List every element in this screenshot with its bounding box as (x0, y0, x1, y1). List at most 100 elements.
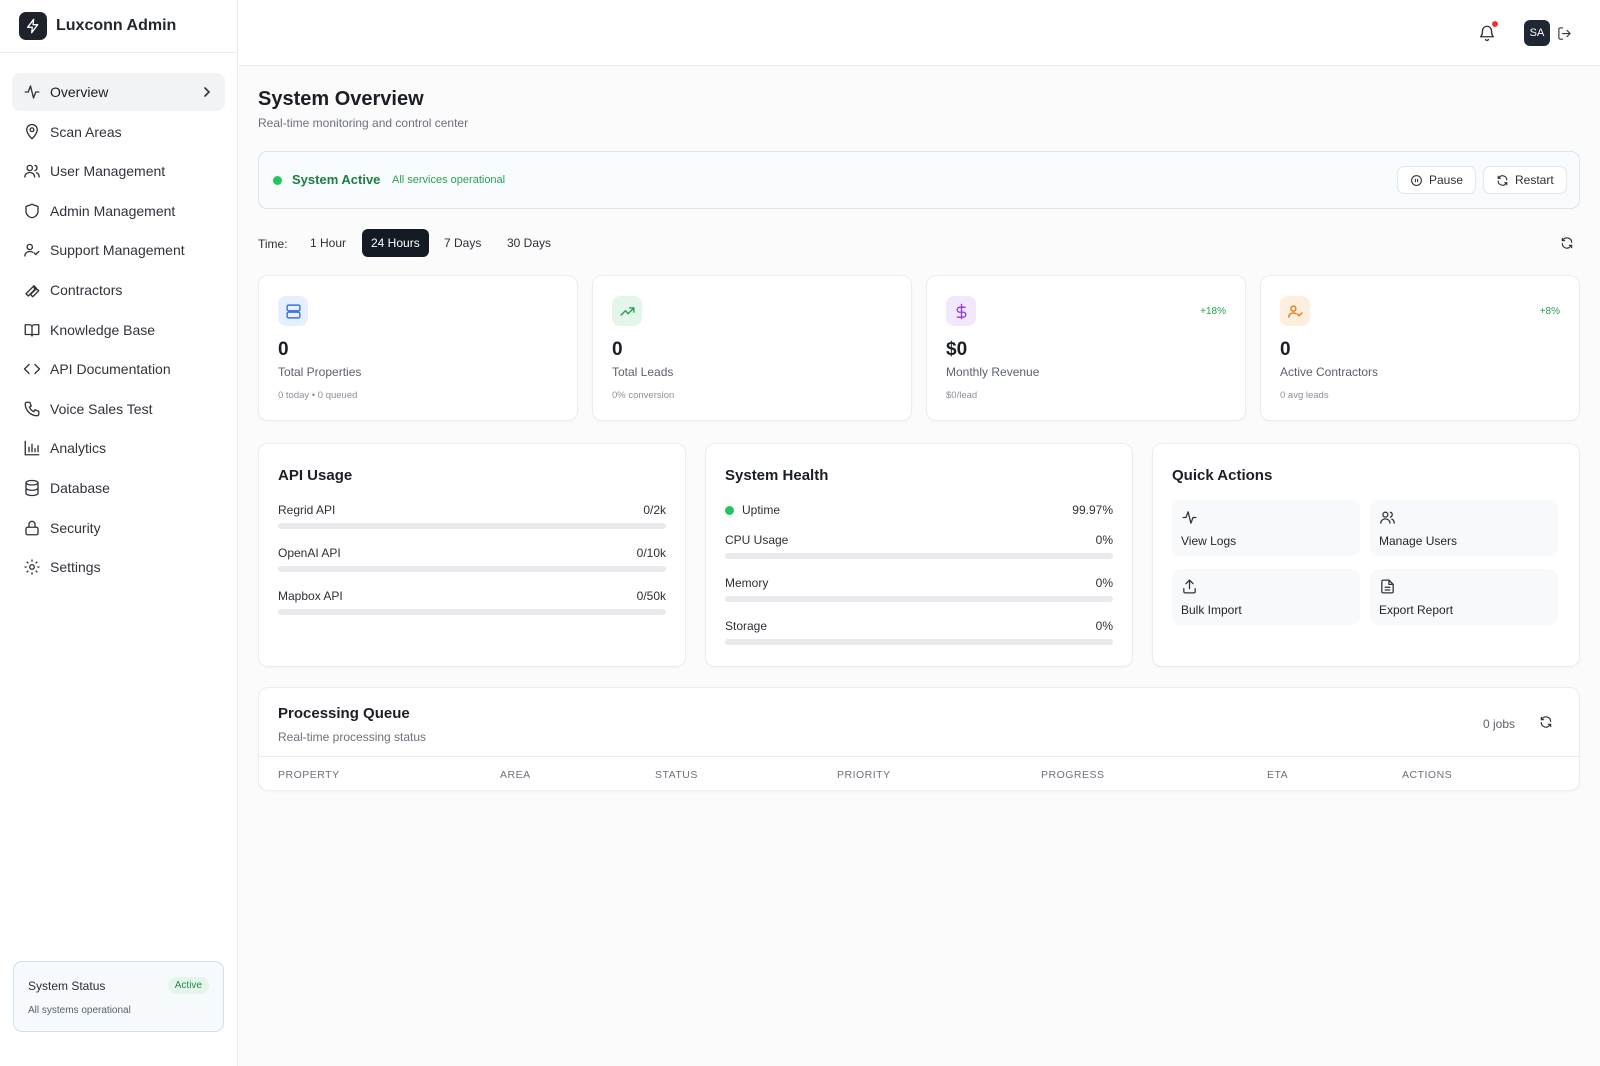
sidebar-item-label: Security (50, 519, 101, 536)
panel-title: Quick Actions (1172, 467, 1273, 484)
export-report-button[interactable]: Export Report (1370, 569, 1558, 625)
sidebar-item-settings[interactable]: Settings (12, 548, 225, 586)
usage-value: 0/50k (636, 589, 666, 603)
sidebar-item-overview[interactable]: Overview (12, 73, 225, 111)
usage-value: 0/2k (643, 503, 666, 517)
sidebar-item-label: Overview (50, 84, 109, 100)
column-header-area[interactable]: AREA (500, 769, 531, 781)
time-option-7d[interactable]: 7 Days (435, 229, 490, 257)
progress-track (725, 639, 1113, 645)
refresh-icon[interactable] (1539, 715, 1553, 729)
bell-icon[interactable] (1478, 21, 1498, 43)
book-icon (23, 321, 41, 339)
refresh-icon[interactable] (1560, 236, 1574, 250)
chevron-right-icon (201, 85, 213, 99)
sidebar-item-api-documentation[interactable]: API Documentation (12, 350, 225, 388)
progress-track (278, 609, 666, 615)
stat-value: 0 (1280, 339, 1291, 360)
refresh-icon (1496, 174, 1509, 187)
dollar-icon (946, 296, 976, 326)
sidebar-item-security[interactable]: Security (12, 509, 225, 547)
users-icon (1379, 509, 1396, 526)
quick-actions-panel: Quick Actions View Logs Manage Users Bul… (1152, 443, 1580, 667)
stat-label: Total Leads (612, 365, 674, 379)
pause-label: Pause (1429, 173, 1464, 187)
stat-sub: 0 today • 0 queued (278, 390, 358, 401)
sidebar-item-user-management[interactable]: User Management (12, 152, 225, 190)
sidebar-item-contractors[interactable]: Contractors (12, 271, 225, 309)
sidebar-item-label: User Management (50, 163, 166, 180)
sidebar-item-voice-sales-test[interactable]: Voice Sales Test (12, 390, 225, 428)
avatar[interactable]: SA (1524, 20, 1550, 46)
sidebar-item-scan-areas[interactable]: Scan Areas (12, 113, 225, 151)
sidebar-item-label: Knowledge Base (50, 321, 156, 338)
column-header-actions[interactable]: ACTIONS (1402, 769, 1452, 781)
uptime-text: Uptime (742, 503, 781, 517)
column-header-status[interactable]: STATUS (655, 769, 698, 781)
sidebar-item-label: Settings (50, 559, 101, 576)
server-icon (278, 296, 308, 326)
status-dot (273, 176, 282, 185)
health-row-memory: Memory 0% (725, 576, 1113, 606)
column-header-priority[interactable]: PRIORITY (837, 769, 891, 781)
sidebar-nav: Overview Scan Areas User Management Admi… (0, 53, 237, 586)
sidebar-item-support-management[interactable]: Support Management (12, 231, 225, 269)
processing-queue-panel: Processing Queue Real-time processing st… (258, 687, 1580, 791)
sidebar-item-label: Support Management (50, 242, 185, 259)
manage-users-button[interactable]: Manage Users (1370, 500, 1558, 556)
time-option-30d[interactable]: 30 Days (498, 229, 560, 257)
sidebar-item-label: Contractors (50, 281, 123, 298)
shield-icon (23, 202, 41, 220)
uptime-row: Uptime 99.97% (725, 503, 1113, 533)
sidebar-item-analytics[interactable]: Analytics (12, 429, 225, 467)
pause-icon (1410, 174, 1423, 187)
stat-value: 0 (612, 339, 623, 360)
sidebar: Luxconn Admin Overview Scan Areas User M… (0, 0, 238, 1066)
progress-track (278, 523, 666, 529)
quick-action-label: Export Report (1379, 603, 1454, 617)
stat-label: Monthly Revenue (946, 365, 1040, 379)
health-row-cpu: CPU Usage 0% (725, 533, 1113, 563)
restart-button[interactable]: Restart (1483, 166, 1567, 194)
bulk-import-button[interactable]: Bulk Import (1172, 569, 1360, 625)
stat-value: $0 (946, 339, 968, 360)
usage-row-mapbox: Mapbox API 0/50k (278, 589, 666, 619)
time-option-24h[interactable]: 24 Hours (362, 229, 429, 257)
sidebar-item-database[interactable]: Database (12, 469, 225, 507)
column-header-progress[interactable]: PROGRESS (1041, 769, 1105, 781)
gear-icon (23, 558, 41, 576)
sidebar-item-admin-management[interactable]: Admin Management (12, 192, 225, 230)
usage-row-openai: OpenAI API 0/10k (278, 546, 666, 576)
sidebar-item-knowledge-base[interactable]: Knowledge Base (12, 311, 225, 349)
time-label: Time: (258, 237, 288, 251)
sidebar-item-label: Scan Areas (50, 123, 122, 140)
topbar: SA (238, 0, 1600, 66)
stat-label: Total Properties (278, 365, 362, 379)
system-status-bar: System Active All services operational P… (258, 151, 1580, 209)
view-logs-button[interactable]: View Logs (1172, 500, 1360, 556)
system-health-panel: System Health Uptime 99.97% CPU Usage 0%… (705, 443, 1133, 667)
column-header-eta[interactable]: ETA (1267, 769, 1288, 781)
time-option-1h[interactable]: 1 Hour (301, 229, 355, 257)
activity-icon (23, 83, 41, 101)
stat-card-properties: 0 Total Properties 0 today • 0 queued (258, 275, 578, 421)
phone-icon (23, 400, 41, 418)
brand[interactable]: Luxconn Admin (0, 0, 237, 53)
status-badge: Active (167, 977, 209, 994)
uptime-dot (725, 506, 734, 515)
column-header-property[interactable]: PROPERTY (278, 769, 340, 781)
panel-title: System Health (725, 467, 829, 484)
pause-button[interactable]: Pause (1397, 166, 1477, 194)
quick-action-label: View Logs (1181, 534, 1237, 548)
usage-label: Mapbox API (278, 589, 343, 603)
status-title: System Active (292, 172, 381, 187)
uptime-label: Uptime (725, 503, 780, 517)
usage-label: OpenAI API (278, 546, 341, 560)
logout-icon[interactable] (1557, 26, 1572, 41)
app-name: Luxconn Admin (56, 17, 177, 34)
code-icon (23, 360, 41, 378)
users-icon (23, 162, 41, 180)
status-sub: All services operational (392, 174, 506, 186)
panel-title: Processing Queue (278, 705, 410, 722)
health-value: 0% (1095, 576, 1113, 590)
